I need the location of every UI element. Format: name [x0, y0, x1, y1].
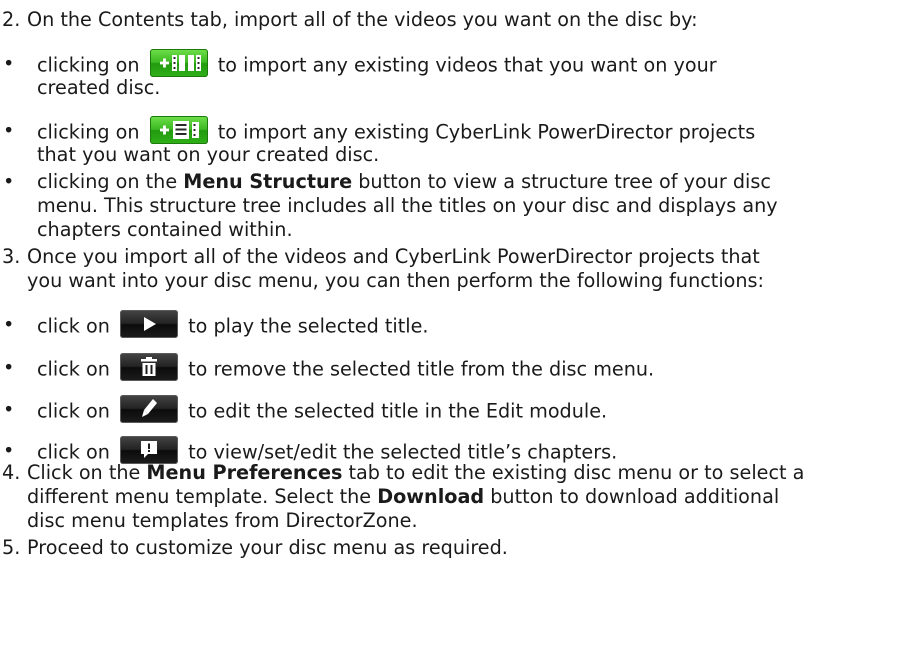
step-text: On the Contents tab, import all of the v…: [27, 8, 698, 31]
list-item: click on to play the selected title.: [37, 310, 429, 341]
bullet-text: to import any existing CyberLink PowerDi…: [217, 120, 756, 144]
step-text-continuation: you want into your disc menu, you can th…: [27, 269, 765, 292]
bullet-lead: click on: [37, 314, 110, 338]
bullet: •: [3, 439, 15, 462]
step-text: Proceed to customize your disc menu as r…: [27, 536, 508, 559]
bullet-continuation: that you want on your created disc.: [37, 143, 380, 166]
edit-button: [119, 395, 178, 423]
chapter-button: [119, 436, 178, 464]
step-number: 2.: [2, 8, 21, 31]
list-item: clicking on the Menu Structure button to…: [37, 170, 771, 194]
step-text: Once you import all of the videos and Cy…: [27, 245, 760, 268]
bullet-lead: clicking on: [37, 53, 140, 77]
step-number: 5.: [2, 536, 21, 559]
add-video-button: [149, 49, 208, 77]
list-item: click on to remove the selected title fr…: [37, 353, 655, 384]
bullet-lead: click on: [37, 357, 110, 381]
step-text-part: different menu template. Select the: [27, 485, 378, 508]
add-project-icon: [159, 121, 199, 139]
bullet-continuation: created disc.: [37, 76, 161, 99]
bold-term: Download: [377, 485, 485, 508]
bold-term: Menu Preferences: [146, 461, 343, 484]
bullet-text: to import any existing videos that you w…: [217, 53, 717, 77]
add-video-icon: [159, 55, 201, 71]
trash-icon: [140, 357, 157, 376]
step-text-part: tab to edit the existing disc menu or to…: [342, 461, 805, 484]
step-text-part: Click on the: [27, 461, 147, 484]
bullet-lead: click on: [37, 399, 110, 423]
step-text-part: button to download additional: [484, 485, 780, 508]
bullet-lead: clicking on the: [37, 170, 184, 193]
play-button: [119, 310, 178, 338]
add-project-button: [149, 116, 208, 144]
instructions-page: 2. On the Contents tab, import all of th…: [0, 0, 897, 650]
trash-button: [119, 353, 178, 381]
step-text-continuation: different menu template. Select the Down…: [27, 485, 779, 509]
chapter-icon: [140, 441, 157, 458]
step-text: Click on the Menu Preferences tab to edi…: [27, 461, 804, 485]
bullet: •: [3, 52, 15, 75]
play-icon: [143, 317, 156, 331]
bullet-continuation: menu. This structure tree includes all t…: [37, 194, 778, 217]
bullet-text: to play the selected title.: [188, 314, 429, 338]
step-number: 4.: [2, 461, 21, 484]
bullet: •: [3, 356, 15, 379]
bullet-text: to remove the selected title from the di…: [188, 357, 655, 381]
bullet-text: button to view a structure tree of your …: [352, 170, 771, 193]
step-number: 3.: [2, 245, 21, 268]
bullet-text: to edit the selected title in the Edit m…: [188, 399, 608, 423]
step-text-continuation: disc menu templates from DirectorZone.: [27, 509, 418, 532]
bullet: •: [3, 170, 15, 193]
bold-term: Menu Structure: [183, 170, 353, 193]
pencil-icon: [141, 399, 157, 417]
bullet: •: [3, 398, 15, 421]
bullet: •: [3, 119, 15, 142]
bullet: •: [3, 313, 15, 336]
bullet-lead: clicking on: [37, 120, 140, 144]
list-item: click on to edit the selected title in t…: [37, 395, 608, 426]
bullet-continuation: chapters contained within.: [37, 218, 293, 241]
